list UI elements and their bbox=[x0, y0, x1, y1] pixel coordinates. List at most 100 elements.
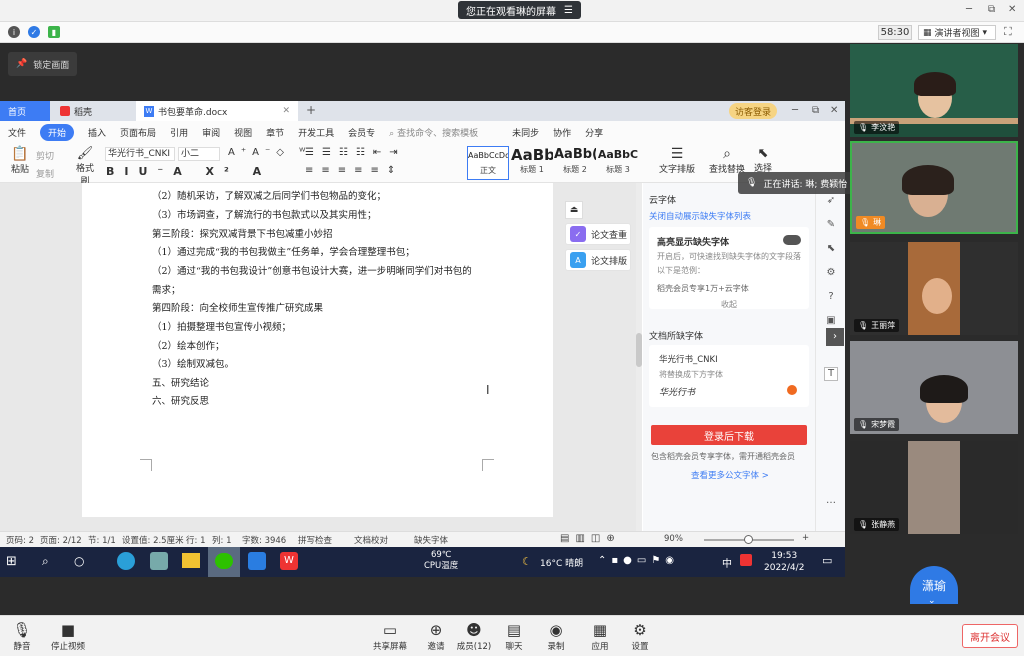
cpu-temp-widget[interactable]: 69℃ CPU温度 bbox=[424, 550, 458, 572]
participant-video[interactable]: 🎙 李汶艳 bbox=[850, 44, 1018, 137]
vertical-scrollbar[interactable] bbox=[636, 183, 642, 531]
cut-button[interactable]: 剪切 bbox=[36, 149, 54, 162]
participant-video[interactable]: 🎙 王丽萍 bbox=[850, 242, 1018, 335]
settings-button[interactable]: ⚙ 设置 bbox=[618, 620, 662, 652]
style-normal[interactable]: AaBbCcDd 正文 bbox=[467, 146, 509, 180]
font-size-select[interactable]: 小二 bbox=[178, 147, 220, 161]
record-button[interactable]: ◉ 录制 bbox=[534, 620, 578, 652]
wps-app-icon[interactable]: W bbox=[280, 552, 298, 570]
wps-close-icon[interactable]: ✕ bbox=[830, 105, 838, 116]
search-icon[interactable]: ⌕ bbox=[42, 554, 49, 569]
minimize-button[interactable]: ─ bbox=[966, 4, 972, 15]
wechat-icon[interactable] bbox=[208, 547, 240, 577]
wps-restore-icon[interactable]: ⧉ bbox=[812, 105, 819, 116]
lock-view-button[interactable]: 📌 锁定画面 bbox=[8, 52, 78, 76]
menu-reference[interactable]: 引用 bbox=[170, 126, 188, 139]
tab-daoke[interactable]: 稻壳 bbox=[52, 101, 134, 121]
chevron-down-icon[interactable]: ⌄ bbox=[928, 596, 936, 606]
paste-button[interactable]: 📋 粘贴 bbox=[8, 146, 32, 175]
share-screen-button[interactable]: ▭ 共享屏幕 bbox=[368, 620, 412, 652]
tray-icons[interactable]: ⌃▪●▭⚑◉ bbox=[598, 555, 679, 566]
app-icon[interactable] bbox=[150, 552, 168, 570]
visitor-login-button[interactable]: 访客登录 bbox=[729, 103, 778, 119]
align-tools[interactable]: ≡≡≡≡≡⇕ bbox=[305, 165, 403, 176]
sliders-icon[interactable]: ⚙ bbox=[824, 267, 838, 281]
format-painter-button[interactable]: 🖌 格式刷 bbox=[72, 146, 98, 187]
signal-icon[interactable]: ▮ bbox=[48, 26, 60, 38]
font-name-select[interactable]: 华光行书_CNKI bbox=[105, 147, 175, 161]
list-tools[interactable]: ☰☰☷☷⇤⇥ bbox=[305, 147, 406, 158]
meeting-app-icon[interactable] bbox=[248, 552, 266, 570]
stop-video-button[interactable]: ■ 停止视频 bbox=[46, 620, 90, 652]
select-button[interactable]: ⬉ 选择 bbox=[750, 146, 776, 174]
scrollbar-thumb[interactable] bbox=[636, 333, 642, 367]
style-heading-3[interactable]: AaBbC 标题 3 bbox=[597, 146, 639, 180]
participant-video[interactable]: 🎙 宋梦霞 bbox=[850, 341, 1018, 434]
thesis-check-button[interactable]: ✓ 论文查重 bbox=[565, 223, 631, 245]
participant-video[interactable]: 🎙 张静燕 bbox=[850, 441, 1018, 534]
zoom-in-icon[interactable]: + bbox=[802, 533, 809, 543]
text-layout-button[interactable]: ☰ 文字排版 bbox=[655, 146, 699, 175]
view-mode-select[interactable]: ▦ 演讲者视图 ▾ bbox=[918, 25, 996, 40]
menu-review[interactable]: 审阅 bbox=[202, 126, 220, 139]
more-fonts-link[interactable]: 查看更多公文字体 > bbox=[691, 469, 769, 481]
leave-meeting-button[interactable]: 离开会议 bbox=[962, 624, 1018, 648]
menu-view[interactable]: 视图 bbox=[234, 126, 252, 139]
collapse-icon[interactable]: ⏏ bbox=[565, 201, 583, 219]
rocket-icon[interactable]: ➶ bbox=[824, 195, 838, 209]
menu-chapter[interactable]: 章节 bbox=[266, 126, 284, 139]
share-notice[interactable]: 您正在观看琳的屏幕 ☰ bbox=[458, 1, 581, 19]
text-tool-icon[interactable]: T bbox=[824, 367, 838, 381]
close-icon[interactable]: ✕ bbox=[282, 106, 290, 116]
copy-button[interactable]: 复制 bbox=[36, 167, 54, 180]
missing-font-button[interactable]: 缺失字体 bbox=[414, 534, 448, 546]
notification-icon[interactable]: ▭ bbox=[822, 554, 832, 567]
close-auto-list-link[interactable]: 关闭自动展示缺失字体列表 bbox=[649, 210, 751, 222]
info-icon[interactable]: i bbox=[8, 26, 20, 38]
download-button[interactable]: 登录后下载 bbox=[651, 425, 807, 445]
menu-insert[interactable]: 插入 bbox=[88, 126, 106, 139]
apps-button[interactable]: ▦ 应用 bbox=[578, 620, 622, 652]
ime-indicator[interactable]: 中 bbox=[722, 555, 732, 570]
menu-member[interactable]: 会员专 bbox=[348, 126, 375, 139]
font-tools[interactable]: A⁺A⁻◇ ᵂ bbox=[228, 147, 311, 158]
collaborate-button[interactable]: 协作 bbox=[553, 126, 571, 139]
command-search[interactable]: ⌕ 查找命令、搜索模板 bbox=[389, 126, 478, 139]
weather-text[interactable]: 16°C 晴朗 bbox=[540, 556, 583, 569]
find-replace-button[interactable]: ⌕ 查找替换 bbox=[706, 146, 748, 175]
fullscreen-icon[interactable]: ⛶ bbox=[1004, 25, 1012, 39]
share-button[interactable]: 分享 bbox=[585, 126, 603, 139]
menu-file[interactable]: 文件 bbox=[8, 126, 26, 139]
spell-check-button[interactable]: 拼写检查 bbox=[298, 534, 332, 546]
more-icon[interactable]: … bbox=[824, 495, 838, 509]
shield-icon[interactable]: ✓ bbox=[28, 26, 40, 38]
style-heading-1[interactable]: AaBb 标题 1 bbox=[511, 146, 553, 180]
new-tab-icon[interactable]: + bbox=[306, 103, 316, 117]
zoom-slider-thumb[interactable] bbox=[744, 535, 753, 544]
task-view-icon[interactable]: ○ bbox=[74, 554, 84, 568]
restore-button[interactable]: ⧉ bbox=[988, 4, 995, 15]
thesis-layout-button[interactable]: A 论文排版 bbox=[565, 249, 631, 271]
pointer-icon[interactable]: ⬉ bbox=[824, 243, 838, 257]
menu-start[interactable]: 开始 bbox=[40, 123, 75, 141]
clock[interactable]: 19:53 2022/4/2 bbox=[764, 550, 804, 574]
tab-home[interactable]: 首页 bbox=[0, 101, 50, 121]
help-icon[interactable]: ? bbox=[824, 291, 838, 305]
document-page[interactable]: （2）随机采访，了解双减之后同学们书包物品的变化； （3）市场调查，了解流行的书… bbox=[82, 183, 553, 517]
folder-icon[interactable] bbox=[182, 553, 200, 568]
image-icon[interactable]: ▣ bbox=[824, 315, 838, 329]
collapse-link[interactable]: 收起 bbox=[721, 299, 737, 310]
pen-icon[interactable]: ✎ bbox=[824, 219, 838, 233]
collapse-panel-icon[interactable]: › bbox=[826, 328, 844, 346]
view-mode-icons[interactable]: ▤▥◫⊕ bbox=[560, 533, 621, 544]
mute-button[interactable]: 🎙 静音 bbox=[0, 620, 44, 652]
edge-icon[interactable] bbox=[117, 552, 135, 570]
style-heading-2[interactable]: AaBb( 标题 2 bbox=[554, 146, 596, 180]
close-button[interactable]: ✕ bbox=[1008, 4, 1016, 15]
menu-layout[interactable]: 页面布局 bbox=[120, 126, 156, 139]
tab-document[interactable]: W 书包要革命.docx ✕ bbox=[136, 101, 298, 121]
sogou-icon[interactable] bbox=[740, 554, 752, 566]
menu-developer[interactable]: 开发工具 bbox=[298, 126, 334, 139]
missing-font-card[interactable]: 华光行书_CNKI 将替换成下方字体 华光行书 bbox=[649, 345, 809, 407]
members-button[interactable]: ☻ 成员(12) bbox=[452, 620, 496, 652]
